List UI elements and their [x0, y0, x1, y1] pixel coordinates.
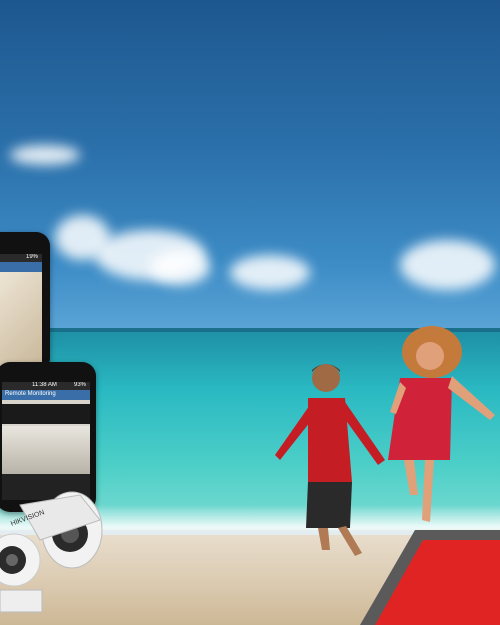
- brand-corner-shape: [360, 530, 500, 625]
- beach-scene: 19% 11:38 AM 93% Remote Monitoring HIKVI…: [0, 0, 500, 625]
- dome-camera: [0, 533, 43, 613]
